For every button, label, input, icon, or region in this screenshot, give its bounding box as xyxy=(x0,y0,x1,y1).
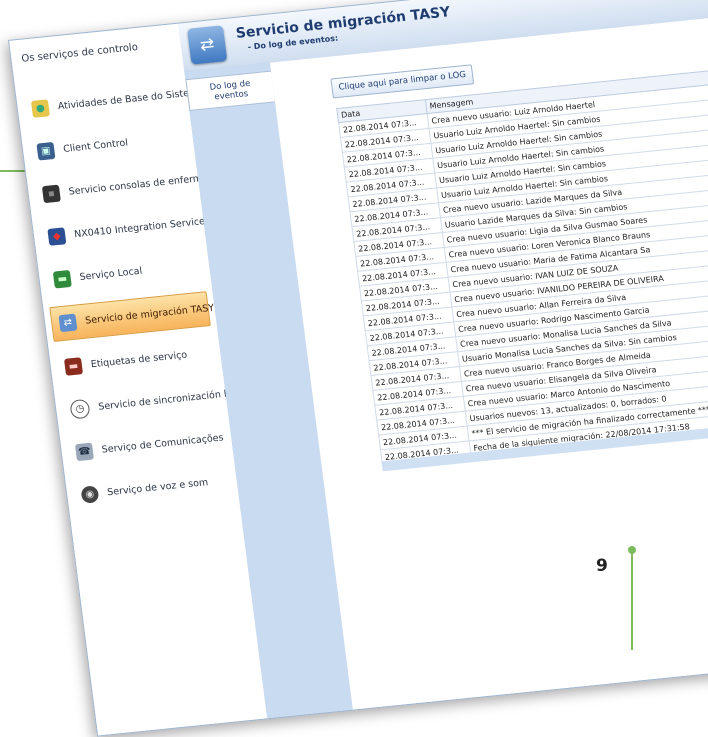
sidebar-item-label: NX0410 Integration Service xyxy=(73,216,206,241)
sidebar-item-migracion-tasy[interactable]: ⇄ Servicio de migración TASY xyxy=(49,291,215,342)
callout-number: 9 xyxy=(596,556,608,576)
sidebar-item-sincronizacion[interactable]: ◷ Servicio de sincronización horaria xyxy=(54,378,258,428)
sidebar-title: Os serviços de controlo xyxy=(20,41,139,65)
integration-icon: ◆ xyxy=(47,227,67,246)
log-table[interactable]: Data Mensagem 22.08.2014 07:3... Crea nue… xyxy=(336,60,708,466)
tab-log-eventos[interactable]: Do log de eventos xyxy=(185,70,275,112)
sidebar-item-label: Client Control xyxy=(62,137,129,155)
sidebar-item-label: Atividades de Base do Sistema xyxy=(57,86,205,113)
console-icon: ▪ xyxy=(41,184,61,204)
clear-log-button[interactable]: Clique aqui para limpar o LOG xyxy=(330,64,475,99)
book-icon: ▬ xyxy=(52,269,72,289)
log-table-body: 22.08.2014 07:3... Crea nuevo usuario: Lu… xyxy=(338,74,708,465)
speaker-icon: ◉ xyxy=(80,485,100,504)
sidebar-item-atividades-base[interactable]: ● Atividades de Base do Sistema xyxy=(16,77,205,127)
app-window: Os serviços de controlo ● Atividades de … xyxy=(8,0,708,737)
sidebar-item-label: Serviço de voz e som xyxy=(106,477,209,499)
sidebar-item-label: Etiquetas de serviço xyxy=(90,349,188,371)
users-icon: ● xyxy=(30,99,51,118)
label-icon: ▬ xyxy=(63,357,84,376)
sidebar-item-voz-som[interactable]: ◉ Serviço de voz e som xyxy=(65,463,238,513)
clock-icon: ◷ xyxy=(69,398,91,420)
migration-icon: ⇄ xyxy=(186,25,228,65)
monitor-icon: ▣ xyxy=(36,141,56,161)
sidebar-item-servico-local[interactable]: ▬ Serviço Local xyxy=(38,248,211,298)
migration-icon: ⇄ xyxy=(58,313,78,333)
sidebar-item-label: Servicio consolas de enfermera xyxy=(68,171,219,198)
sidebar-item-client-control[interactable]: ▣ Client Control xyxy=(21,120,194,170)
callout-line-bottom xyxy=(628,546,636,650)
page-title: Servicio de migración TASY xyxy=(234,4,452,42)
sidebar-item-label: Serviço de Comunicações xyxy=(101,432,225,456)
sidebar-item-consolas-enfermera[interactable]: ▪ Servicio consolas de enfermera xyxy=(27,163,218,213)
phone-icon: ☎ xyxy=(74,442,94,462)
sidebar-item-nx0410[interactable]: ◆ NX0410 Integration Service xyxy=(32,205,206,255)
sidebar-item-label: Serviço Local xyxy=(79,265,143,283)
sidebar-item-etiquetas[interactable]: ▬ Etiquetas de serviço xyxy=(49,335,222,385)
sidebar-item-comunicacoes[interactable]: ☎ Serviço de Comunicações xyxy=(60,421,233,471)
sidebar-item-label: Servicio de migración TASY xyxy=(84,302,215,327)
